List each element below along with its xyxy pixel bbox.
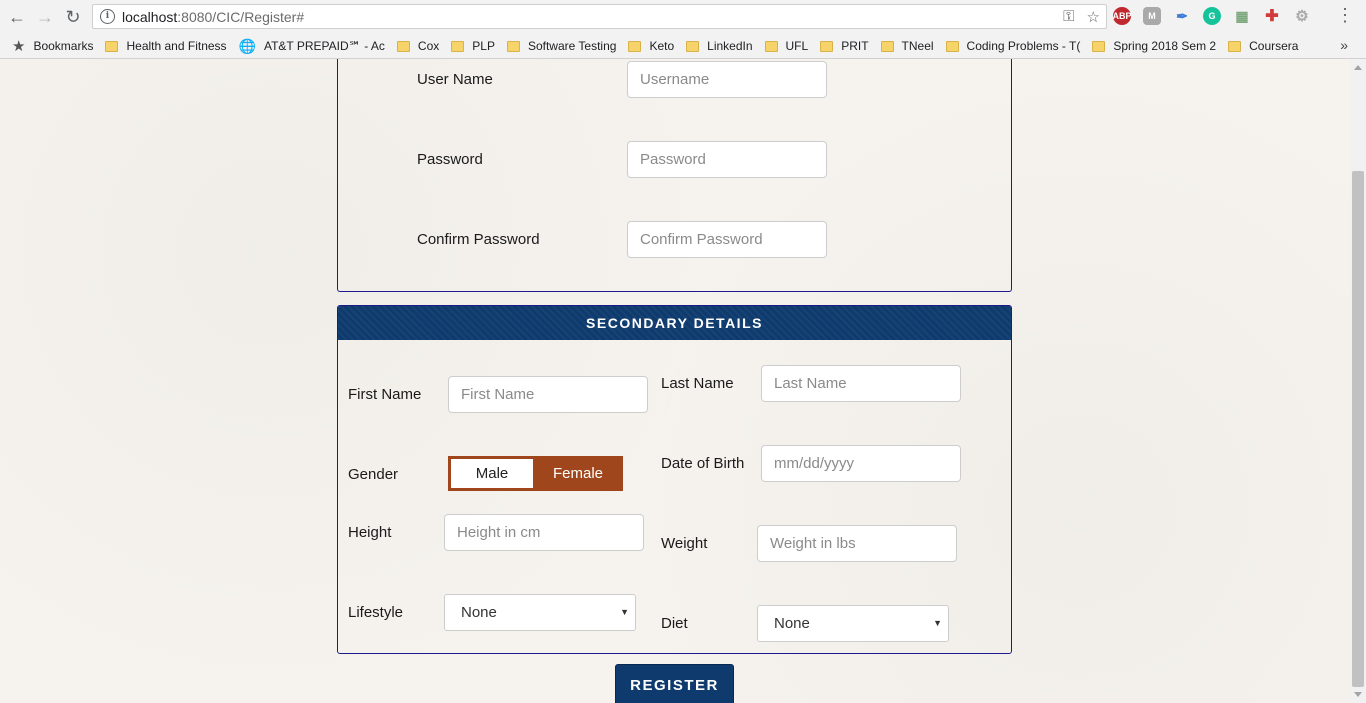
confirm-password-label: Confirm Password <box>417 231 540 248</box>
weight-label: Weight <box>661 535 708 552</box>
dropdown-caret-icon: ▼ <box>620 607 629 617</box>
date-of-birth-label: Date of Birth <box>661 455 745 472</box>
folder-icon <box>628 40 642 52</box>
url-path: :8080/CIC/Register# <box>177 8 305 25</box>
bookmark-item[interactable]: ★ Bookmarks <box>12 37 93 55</box>
gender-male-option[interactable]: Male <box>451 459 533 488</box>
last-name-label: Last Name <box>661 375 734 392</box>
bookmark-item[interactable]: Software Testing <box>506 39 617 53</box>
bookmark-item[interactable]: Spring 2018 Sem 2 <box>1092 39 1216 53</box>
bookmark-label: Spring 2018 Sem 2 <box>1113 39 1217 53</box>
diet-selected-value: None <box>774 615 810 632</box>
password-input[interactable] <box>627 141 827 178</box>
bookmark-item[interactable]: Health and Fitness <box>105 39 227 53</box>
bookmark-label: Health and Fitness <box>126 39 227 53</box>
url-host: localhost <box>122 8 178 25</box>
bookmark-item[interactable]: Cox <box>396 39 440 53</box>
password-label: Password <box>417 151 483 168</box>
bookmark-item[interactable]: PLP <box>451 39 495 53</box>
folder-icon <box>686 40 700 52</box>
reload-icon[interactable]: ↻ <box>62 6 84 28</box>
gear-extension-icon[interactable]: ⚙ <box>1293 7 1311 25</box>
username-label: User Name <box>417 71 493 88</box>
gender-female-option[interactable]: Female <box>533 456 623 491</box>
diet-label: Diet <box>661 615 688 632</box>
page-scrollbar[interactable] <box>1350 59 1366 703</box>
feather-extension-icon[interactable]: ✒ <box>1173 7 1191 25</box>
bookmark-item[interactable]: Coursera <box>1228 39 1298 53</box>
bookmark-label: PRIT <box>841 39 869 53</box>
puzzle-extension-icon[interactable]: ▦ <box>1233 7 1251 25</box>
folder-icon <box>1228 40 1242 52</box>
bookmark-item[interactable]: Coding Problems - T( <box>945 39 1081 53</box>
bookmark-item[interactable]: UFL <box>764 39 809 53</box>
menu-dots-icon[interactable]: ⋮ <box>1336 6 1354 24</box>
m-extension-icon[interactable]: M <box>1143 7 1161 25</box>
folder-icon <box>945 40 959 52</box>
username-input[interactable] <box>627 61 827 98</box>
bookmarks-bar: ★ Bookmarks Health and Fitness 🌐 AT&T PREP… <box>0 34 1366 59</box>
bookmark-star-icon[interactable]: ☆ <box>1087 8 1100 26</box>
info-icon[interactable]: i <box>100 9 115 24</box>
grammarly-extension-icon[interactable]: G <box>1203 7 1221 25</box>
dropdown-caret-icon: ▼ <box>933 618 942 628</box>
folder-icon <box>396 40 410 52</box>
address-bar[interactable]: i localhost:8080/CIC/Register# ⚿ ☆ <box>92 4 1107 29</box>
browser-toolbar: ← → ↻ i localhost:8080/CIC/Register# ⚿ ☆… <box>0 0 1366 34</box>
adblock-extension-icon[interactable]: ABP <box>1113 7 1132 25</box>
bookmark-label: Bookmarks <box>33 39 94 53</box>
bookmark-label: Cox <box>417 39 440 53</box>
last-name-input[interactable] <box>761 365 961 402</box>
back-arrow-icon[interactable]: ← <box>6 6 28 28</box>
secondary-details-header: SECONDARY DETAILS <box>338 306 1011 340</box>
scroll-thumb[interactable] <box>1352 171 1364 687</box>
gender-toggle: Male Female <box>448 456 623 491</box>
bookmark-item[interactable]: TNeel <box>880 39 934 53</box>
cross-extension-icon[interactable]: ✚ <box>1263 7 1281 25</box>
lifestyle-select[interactable]: None ▼ <box>444 594 636 631</box>
folder-icon <box>105 40 119 52</box>
bookmark-item[interactable]: LinkedIn <box>686 39 753 53</box>
folder-icon <box>820 40 834 52</box>
folder-icon <box>1092 40 1106 52</box>
scroll-down-arrow-icon[interactable] <box>1354 692 1362 697</box>
lifestyle-label: Lifestyle <box>348 604 404 621</box>
first-name-input[interactable] <box>448 376 648 413</box>
bookmark-label: UFL <box>785 39 809 53</box>
bookmark-label: AT&T PREPAID℠ - Ac <box>263 39 385 53</box>
page-content: User Name Password Confirm Password SECO… <box>0 59 1350 703</box>
gender-label: Gender <box>348 466 399 483</box>
folder-icon <box>880 40 894 52</box>
star-icon: ★ <box>12 38 26 55</box>
bookmark-item[interactable]: Keto <box>628 39 674 53</box>
height-label: Height <box>348 524 392 541</box>
first-name-label: First Name <box>348 386 422 403</box>
bookmark-label: Keto <box>649 39 675 53</box>
bookmark-label: Software Testing <box>527 39 617 53</box>
bookmark-item[interactable]: 🌐 AT&T PREPAID℠ - Ac <box>239 38 385 55</box>
url-text: localhost:8080/CIC/Register# <box>122 9 304 25</box>
lifestyle-selected-value: None <box>461 604 497 621</box>
att-icon: 🌐 <box>238 37 256 54</box>
confirm-password-input[interactable] <box>627 221 827 258</box>
diet-select[interactable]: None ▼ <box>757 605 949 642</box>
bookmark-label: PLP <box>472 39 495 53</box>
weight-input[interactable] <box>757 525 957 562</box>
key-icon[interactable]: ⚿ <box>1063 8 1074 26</box>
bookmark-label: Coursera <box>1249 39 1299 53</box>
folder-icon <box>451 40 465 52</box>
bookmark-label: LinkedIn <box>707 39 753 53</box>
height-input[interactable] <box>444 514 644 551</box>
register-button[interactable]: REGISTER <box>615 664 734 703</box>
folder-icon <box>506 40 520 52</box>
scroll-up-arrow-icon[interactable] <box>1354 65 1362 70</box>
bookmark-label: Coding Problems - T( <box>966 39 1081 53</box>
date-of-birth-input[interactable] <box>761 445 961 482</box>
bookmark-item[interactable]: PRIT <box>820 39 869 53</box>
bookmarks-overflow-icon[interactable]: » <box>1340 37 1348 53</box>
forward-arrow-icon[interactable]: → <box>34 6 56 28</box>
bookmark-label: TNeel <box>901 39 934 53</box>
folder-icon <box>764 40 778 52</box>
